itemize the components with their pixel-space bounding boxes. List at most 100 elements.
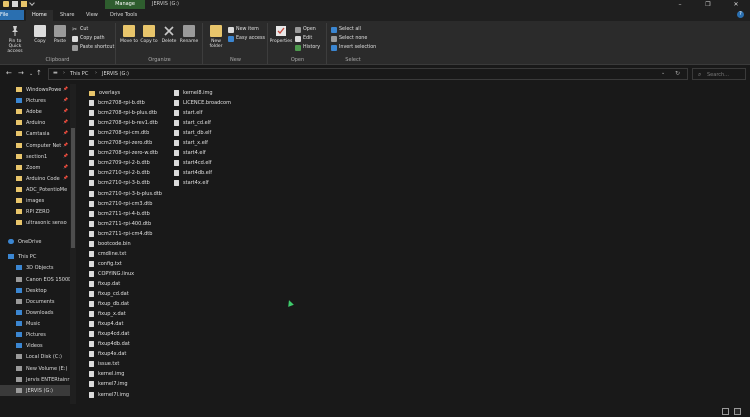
nav-item[interactable]: 3D Objects <box>0 262 70 273</box>
up-button[interactable]: ↑ <box>36 69 42 77</box>
file-item[interactable]: bcm2710-rpi-3-b-plus.dtb <box>89 189 162 199</box>
file-item[interactable]: bcm2711-rpi-4-b.dtb <box>89 209 150 219</box>
move-to-button[interactable]: Move to <box>119 25 139 44</box>
minimize-button[interactable]: – <box>666 0 694 9</box>
file-item[interactable]: bcm2708-rpi-b.dtb <box>89 98 145 108</box>
tab-share[interactable]: Share <box>54 10 80 21</box>
select-none-button[interactable]: Select none <box>331 35 367 42</box>
file-item[interactable]: bcm2708-rpi-cm.dtb <box>89 128 149 138</box>
file-item[interactable]: LICENCE.broadcom <box>174 98 231 108</box>
nav-item[interactable]: Desktop <box>0 285 70 296</box>
history-button[interactable]: History <box>295 44 320 51</box>
delete-button[interactable]: Delete <box>159 25 179 44</box>
nav-item[interactable]: Computer Net 📌 <box>0 140 70 151</box>
nav-item[interactable]: WindowsPowe 📌 <box>0 84 70 95</box>
rename-button[interactable]: Rename <box>179 25 199 44</box>
file-item[interactable]: bcm2710-rpi-3-b.dtb <box>89 178 150 188</box>
nav-item[interactable]: Videos <box>0 340 70 351</box>
close-button[interactable]: ✕ <box>722 0 750 9</box>
nav-item[interactable]: Jervis ENTERtainr <box>0 374 70 385</box>
select-all-button[interactable]: Select all <box>331 26 361 33</box>
nav-item[interactable]: Documents <box>0 296 70 307</box>
file-item[interactable]: bcm2710-rpi-2-b.dtb <box>89 168 150 178</box>
nav-item[interactable]: JERVIS (G:) <box>0 385 70 396</box>
nav-item[interactable]: Downloads <box>0 307 70 318</box>
manage-tab[interactable]: Manage <box>105 0 145 9</box>
large-icons-view-button[interactable] <box>734 408 741 415</box>
nav-item[interactable]: Canon EOS 1500D <box>0 274 70 285</box>
file-item[interactable]: kernel7.img <box>89 379 128 389</box>
file-item[interactable]: fixup4.dat <box>89 319 123 329</box>
maximize-button[interactable]: ❐ <box>694 0 722 9</box>
nav-item[interactable]: Zoom 📌 <box>0 162 70 173</box>
file-item[interactable]: start4.elf <box>174 148 206 158</box>
easy-access-button[interactable]: Easy access <box>228 35 265 42</box>
open-button[interactable]: Open <box>295 26 316 33</box>
file-item[interactable]: bootcode.bin <box>89 239 131 249</box>
file-item[interactable]: bcm2711-rpi-cm4.dtb <box>89 229 152 239</box>
nav-item[interactable]: Pictures 📌 <box>0 95 70 106</box>
copy-to-button[interactable]: Copy to <box>139 25 159 44</box>
nav-item[interactable]: Music <box>0 318 70 329</box>
breadcrumb-drive[interactable]: JERVIS (G:) <box>102 71 129 77</box>
breadcrumb-this-pc[interactable]: This PC <box>70 71 88 77</box>
nav-item[interactable]: Camtasia 📌 <box>0 128 70 139</box>
file-item[interactable]: fixup_x.dat <box>89 309 126 319</box>
file-item[interactable]: fixup4db.dat <box>89 339 130 349</box>
file-item[interactable]: bcm2708-rpi-zero-w.dtb <box>89 148 158 158</box>
file-item[interactable]: bcm2710-rpi-cm3.dtb <box>89 199 152 209</box>
address-bar[interactable]: ▬ › This PC › JERVIS (G:) ⌄ ↻ <box>48 68 688 80</box>
search-input[interactable]: Search... <box>707 72 729 78</box>
details-view-button[interactable] <box>722 408 729 415</box>
nav-item[interactable]: This PC <box>0 251 70 262</box>
cut-button[interactable]: ✂ Cut <box>72 26 88 33</box>
tab-drive-tools[interactable]: Drive Tools <box>104 10 143 21</box>
nav-item[interactable]: Local Disk (C:) <box>0 351 70 362</box>
file-item[interactable]: fixup4x.dat <box>89 349 126 359</box>
nav-item[interactable]: RPI ZERO <box>0 206 70 217</box>
nav-item[interactable]: images <box>0 195 70 206</box>
new-folder-button[interactable]: New folder <box>206 25 226 49</box>
file-item[interactable]: fixup_db.dat <box>89 299 129 309</box>
nav-item[interactable]: New Volume (E:) <box>0 363 70 374</box>
navigation-scrollbar[interactable] <box>70 84 76 404</box>
nav-item[interactable]: Arduino 📌 <box>0 117 70 128</box>
help-icon[interactable]: ? <box>737 11 744 18</box>
nav-item[interactable]: ultrasonic senso <box>0 217 70 228</box>
properties-icon[interactable] <box>12 1 18 7</box>
properties-button[interactable]: Properties <box>269 25 293 44</box>
nav-item[interactable]: ADC_PotentioMe <box>0 184 70 195</box>
file-item[interactable]: kernel.img <box>89 369 124 379</box>
file-item[interactable]: start_cd.elf <box>174 118 211 128</box>
file-item[interactable]: start4db.elf <box>174 168 212 178</box>
file-item[interactable]: start4cd.elf <box>174 158 212 168</box>
scrollbar-thumb[interactable] <box>71 128 75 248</box>
file-item[interactable]: cmdline.txt <box>89 249 126 259</box>
file-item[interactable]: start_x.elf <box>174 138 208 148</box>
file-item[interactable]: kernel8.img <box>174 88 213 98</box>
file-item[interactable]: issue.txt <box>89 359 119 369</box>
back-button[interactable]: ← <box>6 69 12 77</box>
file-item[interactable]: bcm2708-rpi-zero.dtb <box>89 138 152 148</box>
file-item[interactable]: fixup.dat <box>89 279 120 289</box>
tab-file[interactable]: File <box>0 10 24 20</box>
recent-locations-button[interactable]: ⌄ <box>29 71 33 77</box>
file-item[interactable]: config.txt <box>89 259 122 269</box>
tab-home[interactable]: Home <box>26 10 53 21</box>
file-item[interactable]: COPYING.linux <box>89 269 134 279</box>
copy-button[interactable]: Copy <box>30 25 50 44</box>
file-item[interactable]: start_db.elf <box>174 128 211 138</box>
file-item[interactable]: bcm2709-rpi-2-b.dtb <box>89 158 150 168</box>
chevron-down-icon[interactable] <box>29 0 35 6</box>
copy-path-button[interactable]: Copy path <box>72 35 105 42</box>
search-box[interactable]: ⌕ Search... <box>692 68 746 80</box>
folder-item[interactable]: overlays <box>89 88 120 98</box>
file-item[interactable]: start4x.elf <box>174 178 209 188</box>
edit-button[interactable]: Edit <box>295 35 312 42</box>
paste-shortcut-button[interactable]: Paste shortcut <box>72 44 114 51</box>
refresh-icon[interactable]: ↻ <box>675 70 680 77</box>
file-item[interactable]: bcm2708-rpi-b-rev1.dtb <box>89 118 158 128</box>
nav-item[interactable]: Adobe 📌 <box>0 106 70 117</box>
invert-selection-button[interactable]: Invert selection <box>331 44 376 51</box>
nav-item[interactable]: Pictures <box>0 329 70 340</box>
